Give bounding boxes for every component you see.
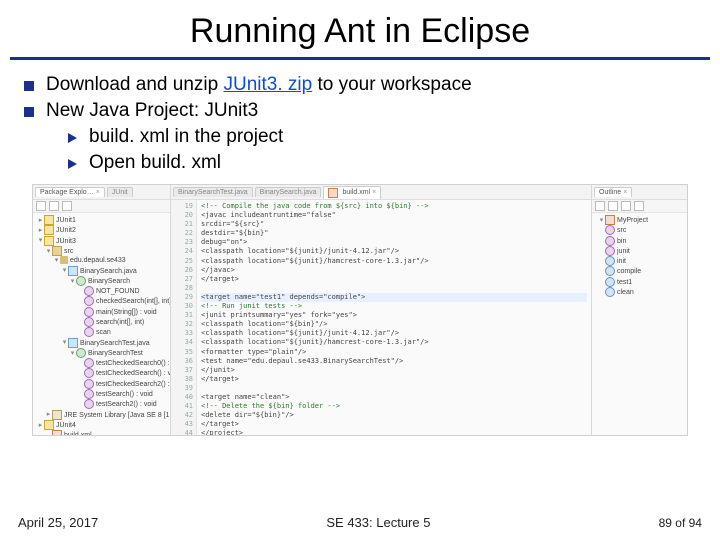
toolbar-icon[interactable] [621,201,631,211]
tab-junit[interactable]: JUnit [107,187,133,197]
slide-footer: April 25, 2017 SE 433: Lecture 5 89 of 9… [0,515,720,530]
toolbar-icon[interactable] [634,201,644,211]
tree-node[interactable]: test1 [596,277,685,287]
left-tabbar: Package Explo…× JUnit [33,185,170,200]
subbullet-1: build. xml in the project [68,126,696,148]
triangle-bullet-icon [68,133,77,143]
toolbar-icon[interactable] [62,201,72,211]
tree-node[interactable]: testCheckedSearch() : vo [37,368,168,378]
editor-tabbar: BinarySearchTest.java BinarySearch.java … [171,185,591,200]
tree-node[interactable]: ▾edu.depaul.se433 [37,256,168,265]
tree-node[interactable]: ▸JUnit4 [37,420,168,430]
square-bullet-icon [24,107,34,117]
editor-tab-dim[interactable]: BinarySearch.java [255,187,322,197]
tree-node[interactable]: clean [596,287,685,297]
subbullet-1-text: build. xml in the project [89,126,283,148]
footer-date: April 25, 2017 [18,515,98,530]
editor-pane: BinarySearchTest.java BinarySearch.java … [171,185,591,435]
tree-node[interactable]: ▾BinarySearch.java [37,266,168,276]
toolbar-icon[interactable] [595,201,605,211]
toolbar-icon[interactable] [36,201,46,211]
xml-file-icon [328,188,338,198]
toolbar-icon[interactable] [608,201,618,211]
outline-tree[interactable]: ▾MyProjectsrcbinjunitinitcompiletest1cle… [592,213,687,435]
subbullet-2-text: Open build. xml [89,152,221,174]
editor-tab-dim[interactable]: BinarySearchTest.java [173,187,253,197]
line-number-gutter: 1920212223242526272829303132333435363738… [171,200,197,435]
eclipse-screenshot: Package Explo…× JUnit ▸JUnit1▸JUnit2▾JUn… [32,184,688,436]
close-icon[interactable]: × [623,189,627,196]
tree-node[interactable]: init [596,256,685,266]
outline-pane: Outline× ▾MyProjectsrcbinjunitinitcompil… [591,185,687,435]
junit-zip-link[interactable]: JUnit3. zip [223,74,312,95]
tree-node[interactable]: ▾src [37,246,168,256]
tree-node[interactable]: testSearch2() : void [37,399,168,409]
bullet-1: Download and unzip JUnit3. zip to your w… [24,74,696,96]
tree-node[interactable]: ▸JUnit2 [37,225,168,235]
bullet-2-text: New Java Project: JUnit3 [46,100,258,122]
tree-node[interactable]: main(String[]) : void [37,307,168,317]
tree-node[interactable]: search(int[], int) [37,317,168,327]
editor-body[interactable]: 1920212223242526272829303132333435363738… [171,200,591,435]
slide-body: Download and unzip JUnit3. zip to your w… [0,60,720,436]
close-icon[interactable]: × [96,189,100,196]
tree-node[interactable]: ▸JRE System Library [Java SE 8 [1.8.0_ [37,410,168,420]
tab-outline[interactable]: Outline× [594,187,632,197]
tree-node[interactable]: ▾BinarySearchTest [37,348,168,358]
package-explorer-tree[interactable]: ▸JUnit1▸JUnit2▾JUnit3▾src▾edu.depaul.se4… [33,213,170,435]
toolbar-icon[interactable] [49,201,59,211]
package-explorer-pane: Package Explo…× JUnit ▸JUnit1▸JUnit2▾JUn… [33,185,171,435]
left-toolbar [33,200,170,213]
close-icon[interactable]: × [372,189,376,196]
tree-node[interactable]: ▾MyProject [596,215,685,225]
tree-node[interactable]: bin [596,236,685,246]
bullet-1-post: to your workspace [312,74,471,95]
editor-tab-active[interactable]: build.xml × [323,186,381,199]
tree-node[interactable]: testCheckedSearch0() : v [37,358,168,368]
tree-node[interactable]: testCheckedSearch2() : v [37,379,168,389]
tree-node[interactable]: ▾BinarySearchTest.java [37,338,168,348]
bullet-2: New Java Project: JUnit3 [24,100,696,122]
tab-package-explorer[interactable]: Package Explo…× [35,187,105,197]
bullet-1-pre: Download and unzip [46,74,223,95]
code-area[interactable]: <!-- Compile the java code from ${src} i… [197,200,591,435]
tree-node[interactable]: NOT_FOUND [37,286,168,296]
footer-course: SE 433: Lecture 5 [326,515,430,530]
slide-title: Running Ant in Eclipse [0,0,720,57]
outline-tabbar: Outline× [592,185,687,200]
triangle-bullet-icon [68,159,77,169]
tree-node[interactable]: ▾BinarySearch [37,276,168,286]
subbullet-2: Open build. xml [68,152,696,174]
tree-node[interactable]: ▸JUnit1 [37,215,168,225]
tree-node[interactable]: build.xml [37,430,168,435]
outline-toolbar [592,200,687,213]
footer-page: 89 of 94 [659,516,702,530]
tree-node[interactable]: junit [596,246,685,256]
tree-node[interactable]: scan [37,327,168,337]
tree-node[interactable]: compile [596,266,685,276]
square-bullet-icon [24,81,34,91]
tree-node[interactable]: src [596,225,685,235]
tree-node[interactable]: testSearch() : void [37,389,168,399]
tree-node[interactable]: checkedSearch(int[], int) [37,296,168,306]
tree-node[interactable]: ▾JUnit3 [37,236,168,246]
